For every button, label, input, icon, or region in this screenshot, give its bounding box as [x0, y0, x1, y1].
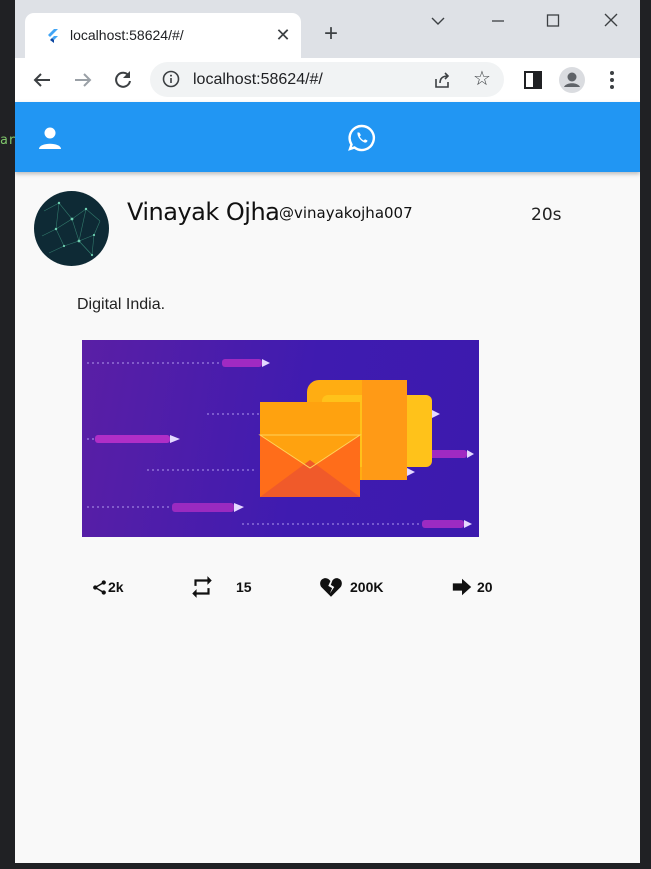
person-icon[interactable]: [37, 125, 63, 151]
close-window-icon[interactable]: [596, 10, 626, 32]
like-count: 200K: [350, 579, 384, 595]
editor-code-fragment: ar: [0, 133, 16, 148]
post-actions: 2k 15 200K 20: [15, 572, 640, 602]
like-action[interactable]: 200K: [318, 572, 383, 602]
tab-strip: localhost:58624/#/ ✕ +: [15, 0, 640, 58]
info-icon[interactable]: [162, 70, 180, 88]
share-icon: [93, 579, 106, 595]
profile-icon[interactable]: [558, 66, 586, 94]
star-icon[interactable]: ☆: [471, 68, 493, 90]
background-edge-bottom: [0, 863, 651, 869]
retweet-action[interactable]: 15: [189, 572, 252, 602]
share-action[interactable]: 2k: [91, 572, 124, 602]
retweet-count: 15: [236, 579, 252, 595]
broken-heart-icon: [320, 578, 342, 597]
address-bar[interactable]: localhost:58624/#/ ☆: [150, 62, 504, 97]
forward-arrow-icon: [452, 578, 472, 596]
browser-tab[interactable]: localhost:58624/#/ ✕: [25, 13, 301, 58]
url-text[interactable]: localhost:58624/#/: [193, 71, 323, 89]
background-edge-right: [640, 0, 651, 869]
back-arrow-icon[interactable]: [28, 66, 56, 94]
avatar-network-art: [41, 201, 101, 257]
forward-action[interactable]: 20: [451, 572, 493, 602]
flutter-logo-icon: [48, 29, 58, 43]
maximize-icon[interactable]: [538, 10, 568, 32]
forward-arrow-icon[interactable]: [69, 66, 97, 94]
reload-icon[interactable]: [109, 66, 137, 94]
post-timestamp: 20s: [531, 205, 562, 225]
menu-dots-icon[interactable]: [600, 68, 624, 92]
mail-illustration: [87, 359, 474, 528]
browser-toolbar: localhost:58624/#/ ☆: [15, 58, 640, 102]
app-bar: [15, 102, 640, 172]
retweet-icon: [192, 576, 212, 598]
new-tab-button[interactable]: +: [318, 22, 344, 48]
tab-title: localhost:58624/#/: [70, 27, 184, 43]
minimize-icon[interactable]: [483, 10, 513, 32]
post-text: Digital India.: [77, 296, 166, 313]
side-panel-icon[interactable]: [521, 68, 545, 92]
author-name[interactable]: Vinayak Ojha: [127, 198, 280, 226]
post-image[interactable]: [82, 340, 479, 537]
whatsapp-icon[interactable]: [347, 123, 377, 153]
forward-count: 20: [477, 579, 493, 595]
avatar[interactable]: [34, 191, 109, 266]
browser-window: localhost:58624/#/ ✕ + localhost:58624/#…: [15, 0, 640, 863]
chevron-down-icon[interactable]: [423, 10, 453, 32]
author-handle[interactable]: @vinayakojha007: [279, 204, 413, 222]
share-count: 2k: [108, 579, 124, 595]
close-tab-icon[interactable]: ✕: [273, 25, 293, 45]
background-editor-edge: ar: [0, 0, 16, 869]
share-page-icon[interactable]: [432, 70, 452, 90]
